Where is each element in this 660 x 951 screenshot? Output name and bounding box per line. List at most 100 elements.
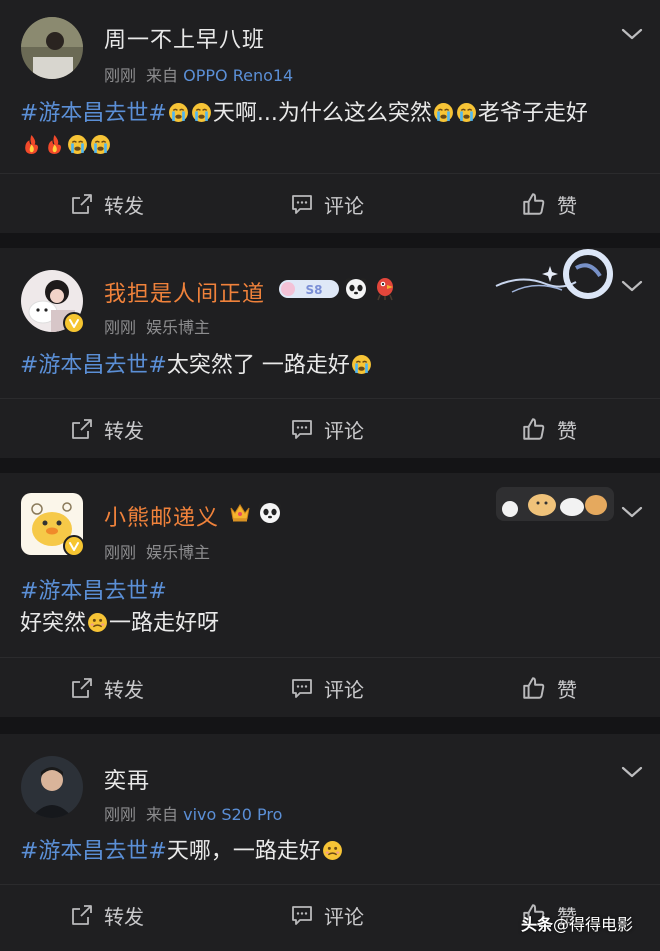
post-time: 刚刚	[104, 805, 137, 824]
repost-button[interactable]: 转发	[70, 415, 144, 443]
decorative-wave-card	[492, 248, 616, 304]
action-bar: 转发 评论 赞	[0, 398, 660, 458]
repost-button[interactable]: 转发	[70, 901, 144, 929]
post-meta: 刚刚 娱乐博主	[104, 314, 210, 338]
thumbs-up-icon	[523, 418, 545, 440]
share-icon	[72, 905, 92, 925]
like-button[interactable]: 赞	[521, 415, 577, 443]
hashtag[interactable]: #游本昌去世#	[20, 839, 167, 864]
comment-label: 评论	[324, 193, 364, 218]
sad-emoji	[322, 839, 343, 860]
like-label: 赞	[557, 677, 577, 702]
crying-emoji	[433, 101, 454, 122]
action-bar: 转发 评论 赞	[0, 657, 660, 717]
like-button[interactable]: 赞	[521, 674, 577, 702]
username[interactable]: 周一不上早八班	[104, 22, 265, 54]
post-header: 周一不上早八班 刚刚 来自 OPPO Reno14	[0, 0, 660, 85]
repost-label: 转发	[104, 677, 144, 702]
comment-icon	[292, 679, 312, 698]
sad-emoji	[87, 611, 108, 632]
decorative-dog-card	[496, 483, 614, 525]
toutiao-watermark: 头条@得得电影	[521, 911, 633, 935]
action-bar: 转发 评论 赞	[0, 173, 660, 233]
device-name[interactable]: vivo S20 Pro	[183, 805, 282, 824]
post-body: 天啊...为什么这么突然	[212, 101, 432, 126]
avatar[interactable]	[21, 756, 83, 818]
post-body-end: 老爷子走好	[477, 101, 588, 126]
username[interactable]: 奕再	[104, 763, 150, 795]
fire-emoji	[21, 133, 42, 154]
weibo-post-2: 我担是人间正道 S8 刚刚 娱乐博主 #游本昌去世#太突然了 一路走好 转发 评论…	[0, 248, 660, 458]
crying-emoji	[90, 133, 111, 154]
source-prefix: 来自	[146, 66, 179, 85]
hashtag[interactable]: #游本昌去世#	[20, 579, 167, 604]
crying-emoji	[67, 133, 88, 154]
hashtag[interactable]: #游本昌去世#	[20, 101, 167, 126]
post-text: #游本昌去世#天哪，一路走好	[20, 836, 645, 868]
post-text: #游本昌去世#太突然了 一路走好	[20, 350, 645, 382]
post-time: 刚刚	[104, 543, 137, 562]
level-badge-text: S8	[306, 283, 323, 297]
panda-emoji	[344, 276, 368, 300]
share-icon	[72, 678, 92, 698]
user-role: 娱乐博主	[146, 543, 211, 562]
chevron-down-icon[interactable]	[620, 274, 644, 298]
repost-label: 转发	[104, 193, 144, 218]
comment-icon	[292, 420, 312, 439]
like-label: 赞	[557, 418, 577, 443]
parrot-emoji	[374, 275, 396, 301]
comment-button[interactable]: 评论	[290, 901, 364, 929]
username[interactable]: 我担是人间正道	[104, 276, 265, 308]
post-body-end: 一路走好呀	[109, 611, 220, 636]
hashtag[interactable]: #游本昌去世#	[20, 353, 167, 378]
avatar[interactable]	[21, 17, 83, 79]
post-time: 刚刚	[104, 66, 137, 85]
watermark-at: @	[553, 915, 570, 934]
chevron-down-icon[interactable]	[620, 22, 644, 46]
post-time: 刚刚	[104, 318, 137, 337]
comment-label: 评论	[324, 904, 364, 929]
share-icon	[72, 419, 92, 439]
thumbs-up-icon	[523, 677, 545, 699]
comment-label: 评论	[324, 677, 364, 702]
post-body: 好突然	[20, 611, 87, 636]
comment-button[interactable]: 评论	[290, 190, 364, 218]
crying-emoji	[191, 101, 212, 122]
comment-icon	[292, 195, 312, 214]
weibo-post-3: 小熊邮递义 刚刚 娱乐博主 #游本昌去世# 好突然 一路走好呀 转发 评论 赞	[0, 473, 660, 717]
repost-label: 转发	[104, 418, 144, 443]
chevron-down-icon[interactable]	[620, 500, 644, 524]
post-separator	[0, 458, 660, 473]
share-icon	[72, 194, 92, 214]
comment-button[interactable]: 评论	[290, 415, 364, 443]
watermark-brand: 头条	[521, 915, 554, 934]
repost-button[interactable]: 转发	[70, 190, 144, 218]
username[interactable]: 小熊邮递义	[104, 500, 219, 532]
crying-emoji	[168, 101, 189, 122]
thumbs-up-icon	[523, 193, 545, 215]
device-name[interactable]: OPPO Reno14	[183, 66, 293, 85]
post-separator	[0, 233, 660, 248]
source-prefix: 来自	[146, 805, 179, 824]
like-button[interactable]: 赞	[521, 190, 577, 218]
crying-emoji	[351, 353, 372, 374]
post-meta: 刚刚 娱乐博主	[104, 539, 210, 563]
verified-badge	[63, 535, 85, 557]
crown-emoji	[228, 500, 252, 524]
post-text: #游本昌去世# 好突然 一路走好呀	[20, 576, 645, 640]
repost-button[interactable]: 转发	[70, 674, 144, 702]
comment-icon	[292, 906, 312, 925]
watermark-account: 得得电影	[569, 915, 634, 934]
user-role: 娱乐博主	[146, 318, 211, 337]
post-body: 天哪，一路走好	[166, 839, 321, 864]
chevron-down-icon[interactable]	[620, 760, 644, 784]
crying-emoji	[456, 101, 477, 122]
fire-emoji	[44, 133, 65, 154]
comment-label: 评论	[324, 418, 364, 443]
fan-level-badge[interactable]: S8	[278, 278, 340, 300]
weibo-post-1: 周一不上早八班 刚刚 来自 OPPO Reno14 #游本昌去世# 天啊...为什么…	[0, 0, 660, 233]
post-separator	[0, 717, 660, 734]
verified-badge	[63, 312, 85, 334]
panda-emoji	[258, 500, 282, 524]
comment-button[interactable]: 评论	[290, 674, 364, 702]
